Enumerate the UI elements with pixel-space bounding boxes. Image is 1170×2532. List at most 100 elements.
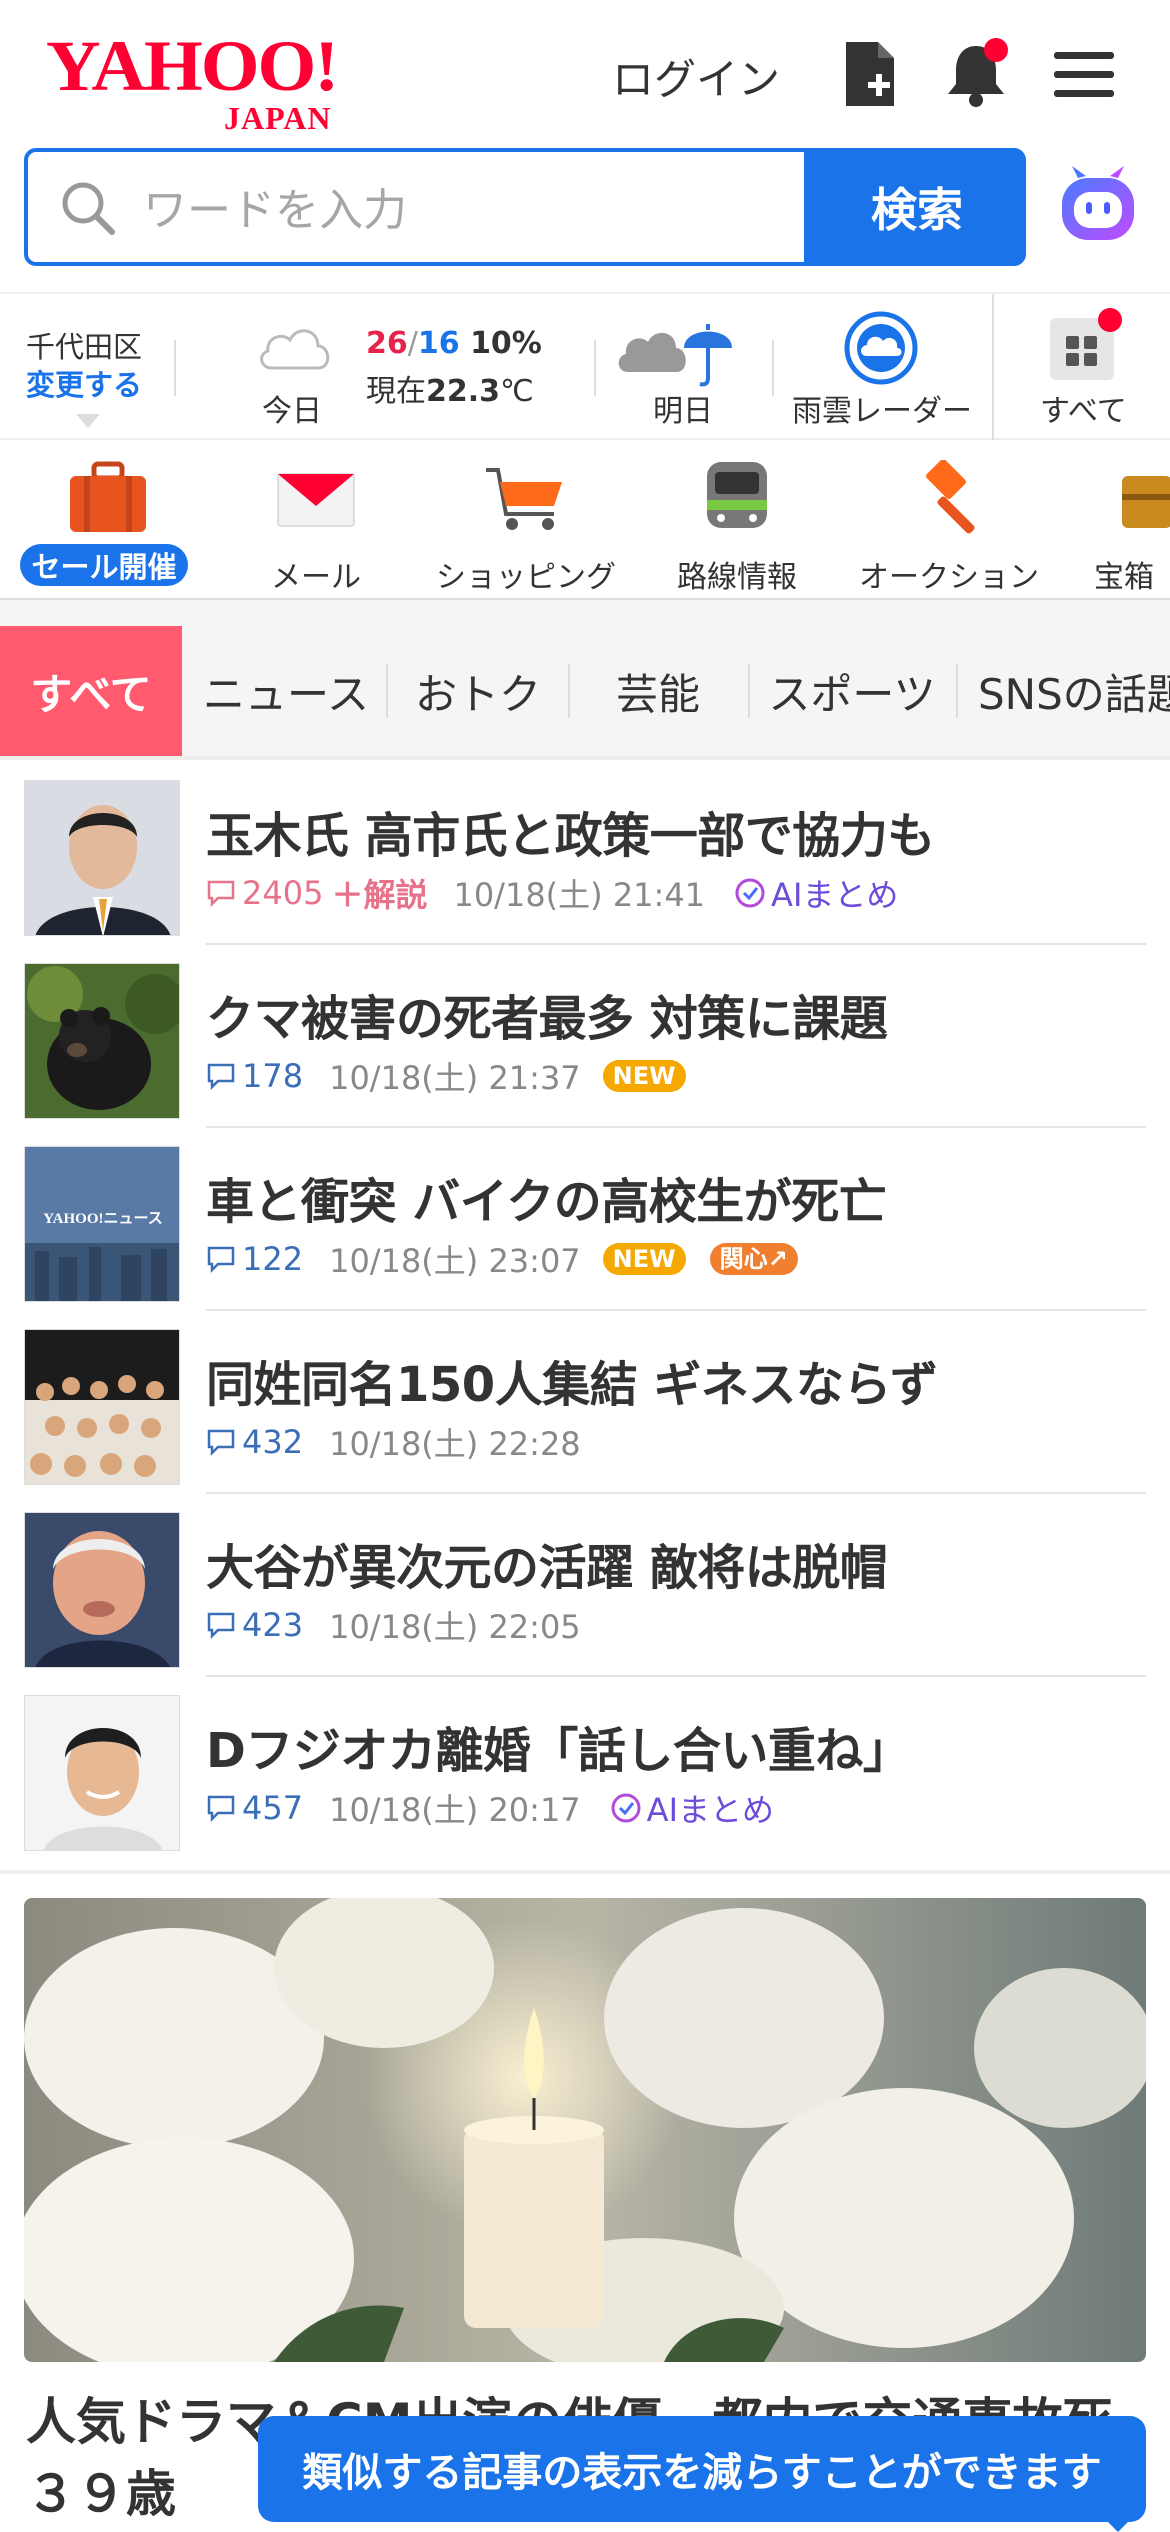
news-item[interactable]: YAHOO!ニュース 車と衝突 バイクの高校生が死亡 122 10/18(土) … bbox=[0, 1128, 1170, 1311]
news-meta: 423 10/18(土) 22:05 bbox=[206, 1602, 581, 1648]
service-treasure[interactable]: 宝箱 bbox=[1094, 460, 1170, 596]
tabs-divider bbox=[0, 756, 1170, 760]
news-title[interactable]: 大谷が異次元の活躍 敵将は脱帽 bbox=[206, 1528, 888, 1598]
logo-sub-text: JAPAN bbox=[224, 100, 332, 136]
news-meta: 432 10/18(土) 22:28 bbox=[206, 1419, 581, 1465]
shopping-cart-icon bbox=[484, 460, 568, 536]
search-input[interactable] bbox=[143, 180, 783, 240]
tomorrow-label[interactable]: 明日 bbox=[653, 386, 713, 430]
treasure-box-icon bbox=[1094, 460, 1170, 536]
login-link[interactable]: ログイン bbox=[612, 46, 780, 107]
news-title[interactable]: 玉木氏 高市氏と政策一部で協力も bbox=[206, 796, 935, 866]
news-thumbnail bbox=[24, 1329, 180, 1485]
news-title[interactable]: 同姓同名150人集結 ギネスならず bbox=[206, 1345, 938, 1415]
new-badge: NEW bbox=[602, 1060, 686, 1092]
news-title[interactable]: Dフジオカ離婚「話し合い重ね」 bbox=[206, 1711, 911, 1781]
divider bbox=[992, 294, 994, 442]
services-bar: セール開催 メール ショッピング 路線情報 オークション 宝箱 bbox=[0, 440, 1170, 600]
temperature-today: 26/16 10% bbox=[366, 326, 542, 361]
all-notification-dot bbox=[1098, 308, 1122, 332]
comment-count: 457 bbox=[242, 1789, 304, 1827]
sale-service[interactable] bbox=[66, 460, 146, 536]
tab-divider bbox=[568, 664, 570, 718]
service-label: メール bbox=[271, 560, 361, 595]
ai-summary-tag: AIまとめ bbox=[733, 870, 898, 916]
feature-image[interactable] bbox=[24, 1898, 1146, 2362]
change-location-link[interactable]: 変更する bbox=[26, 366, 142, 404]
current-temp-value: 22.3 bbox=[426, 374, 501, 409]
tab-deals[interactable]: おトク bbox=[392, 626, 564, 756]
comment-count: 178 bbox=[242, 1057, 304, 1095]
news-item[interactable]: 同姓同名150人集結 ギネスならず 432 10/18(土) 22:28 bbox=[0, 1311, 1170, 1494]
ai-summary-icon bbox=[611, 1793, 641, 1823]
service-transit[interactable]: 路線情報 bbox=[672, 460, 802, 596]
logo-main-text: YAHOO! bbox=[46, 26, 339, 106]
thumbnail-logo-text: YAHOO!ニュース bbox=[43, 1211, 163, 1227]
cloud-umbrella-icon bbox=[614, 312, 750, 392]
tab-sports[interactable]: スポーツ bbox=[752, 626, 952, 756]
news-thumbnail bbox=[24, 963, 180, 1119]
high-temp: 26 bbox=[366, 326, 408, 361]
news-meta: 457 10/18(土) 20:17 AIまとめ bbox=[206, 1785, 774, 1831]
comment-icon bbox=[207, 880, 235, 908]
news-item[interactable]: クマ被害の死者最多 対策に課題 178 10/18(土) 21:37 NEW bbox=[0, 945, 1170, 1128]
news-item[interactable]: Dフジオカ離婚「話し合い重ね」 457 10/18(土) 20:17 AIまとめ bbox=[0, 1677, 1170, 1860]
interest-badge: 関心↗ bbox=[709, 1243, 798, 1275]
tab-all[interactable]: すべて bbox=[0, 626, 182, 756]
news-title[interactable]: 車と衝突 バイクの高校生が死亡 bbox=[206, 1162, 887, 1232]
current-unit: ℃ bbox=[500, 374, 534, 409]
tab-divider bbox=[386, 664, 388, 718]
section-divider bbox=[0, 1870, 1170, 1874]
news-thumbnail: YAHOO!ニュース bbox=[24, 1146, 180, 1302]
ai-assistant-icon[interactable] bbox=[1056, 164, 1140, 248]
ai-summary-label: AIまとめ bbox=[771, 876, 899, 914]
news-title[interactable]: クマ被害の死者最多 対策に課題 bbox=[206, 979, 888, 1049]
news-item[interactable]: 大谷が異次元の活躍 敵将は脱帽 423 10/18(土) 22:05 bbox=[0, 1494, 1170, 1677]
service-auction[interactable]: オークション bbox=[856, 459, 1042, 596]
tab-news[interactable]: ニュース bbox=[190, 626, 382, 756]
temp-slash: / bbox=[407, 326, 418, 361]
service-mail[interactable]: メール bbox=[256, 460, 376, 596]
ai-summary-tag: AIまとめ bbox=[609, 1785, 774, 1831]
comment-icon bbox=[207, 1246, 235, 1274]
header: YAHOO! JAPAN ログイン bbox=[0, 0, 1170, 145]
comment-icon bbox=[207, 1612, 235, 1640]
location-area: 千代田区 bbox=[26, 330, 143, 364]
similar-articles-toast[interactable]: 類似する記事の表示を減らすことができます bbox=[258, 2416, 1146, 2522]
hamburger-menu-icon[interactable] bbox=[1052, 38, 1116, 110]
news-time: 10/18(土) 22:05 bbox=[329, 1608, 581, 1646]
yahoo-japan-logo[interactable]: YAHOO! JAPAN bbox=[46, 26, 366, 136]
today-label: 今日 bbox=[262, 394, 322, 429]
notification-bell-icon[interactable] bbox=[944, 38, 1008, 110]
service-label: オークション bbox=[859, 560, 1039, 595]
category-tabs: すべて ニュース おトク 芸能 スポーツ SNSの話題 bbox=[0, 626, 1170, 756]
ai-summary-icon bbox=[735, 878, 765, 908]
search-button[interactable]: 検索 bbox=[808, 148, 1026, 266]
document-add-icon[interactable] bbox=[838, 38, 902, 110]
comment-count: 432 bbox=[242, 1423, 304, 1461]
rain-radar-label[interactable]: 雨雲レーダー bbox=[792, 386, 972, 430]
news-meta: 178 10/18(土) 21:37 NEW bbox=[206, 1053, 686, 1099]
all-services-icon[interactable] bbox=[1048, 308, 1122, 382]
search-box bbox=[24, 148, 808, 266]
rain-radar-icon[interactable] bbox=[843, 310, 919, 386]
service-label: 路線情報 bbox=[677, 560, 797, 595]
news-time: 10/18(土) 23:07 bbox=[329, 1242, 581, 1280]
news-thumbnail bbox=[24, 1695, 180, 1851]
arrow-up-icon: ↗ bbox=[767, 1245, 788, 1273]
divider bbox=[174, 340, 176, 396]
low-temp: 16 bbox=[417, 326, 460, 361]
tab-sns[interactable]: SNSの話題 bbox=[960, 626, 1170, 756]
all-label[interactable]: すべて bbox=[1040, 386, 1127, 430]
tab-entertainment[interactable]: 芸能 bbox=[572, 626, 744, 756]
divider bbox=[772, 340, 774, 396]
search-icon bbox=[58, 178, 118, 238]
service-shopping[interactable]: ショッピング bbox=[428, 460, 624, 596]
new-badge: NEW bbox=[602, 1243, 686, 1275]
cloudy-icon bbox=[254, 318, 334, 378]
news-item[interactable]: 玉木氏 高市氏と政策一部で協力も 2405 ＋解説 10/18(土) 21:41… bbox=[0, 762, 1170, 945]
location-block[interactable]: 千代田区 変更する bbox=[26, 328, 142, 404]
tab-divider bbox=[748, 664, 750, 718]
sale-badge[interactable]: セール開催 bbox=[20, 544, 188, 586]
comment-count: 423 bbox=[242, 1606, 304, 1644]
